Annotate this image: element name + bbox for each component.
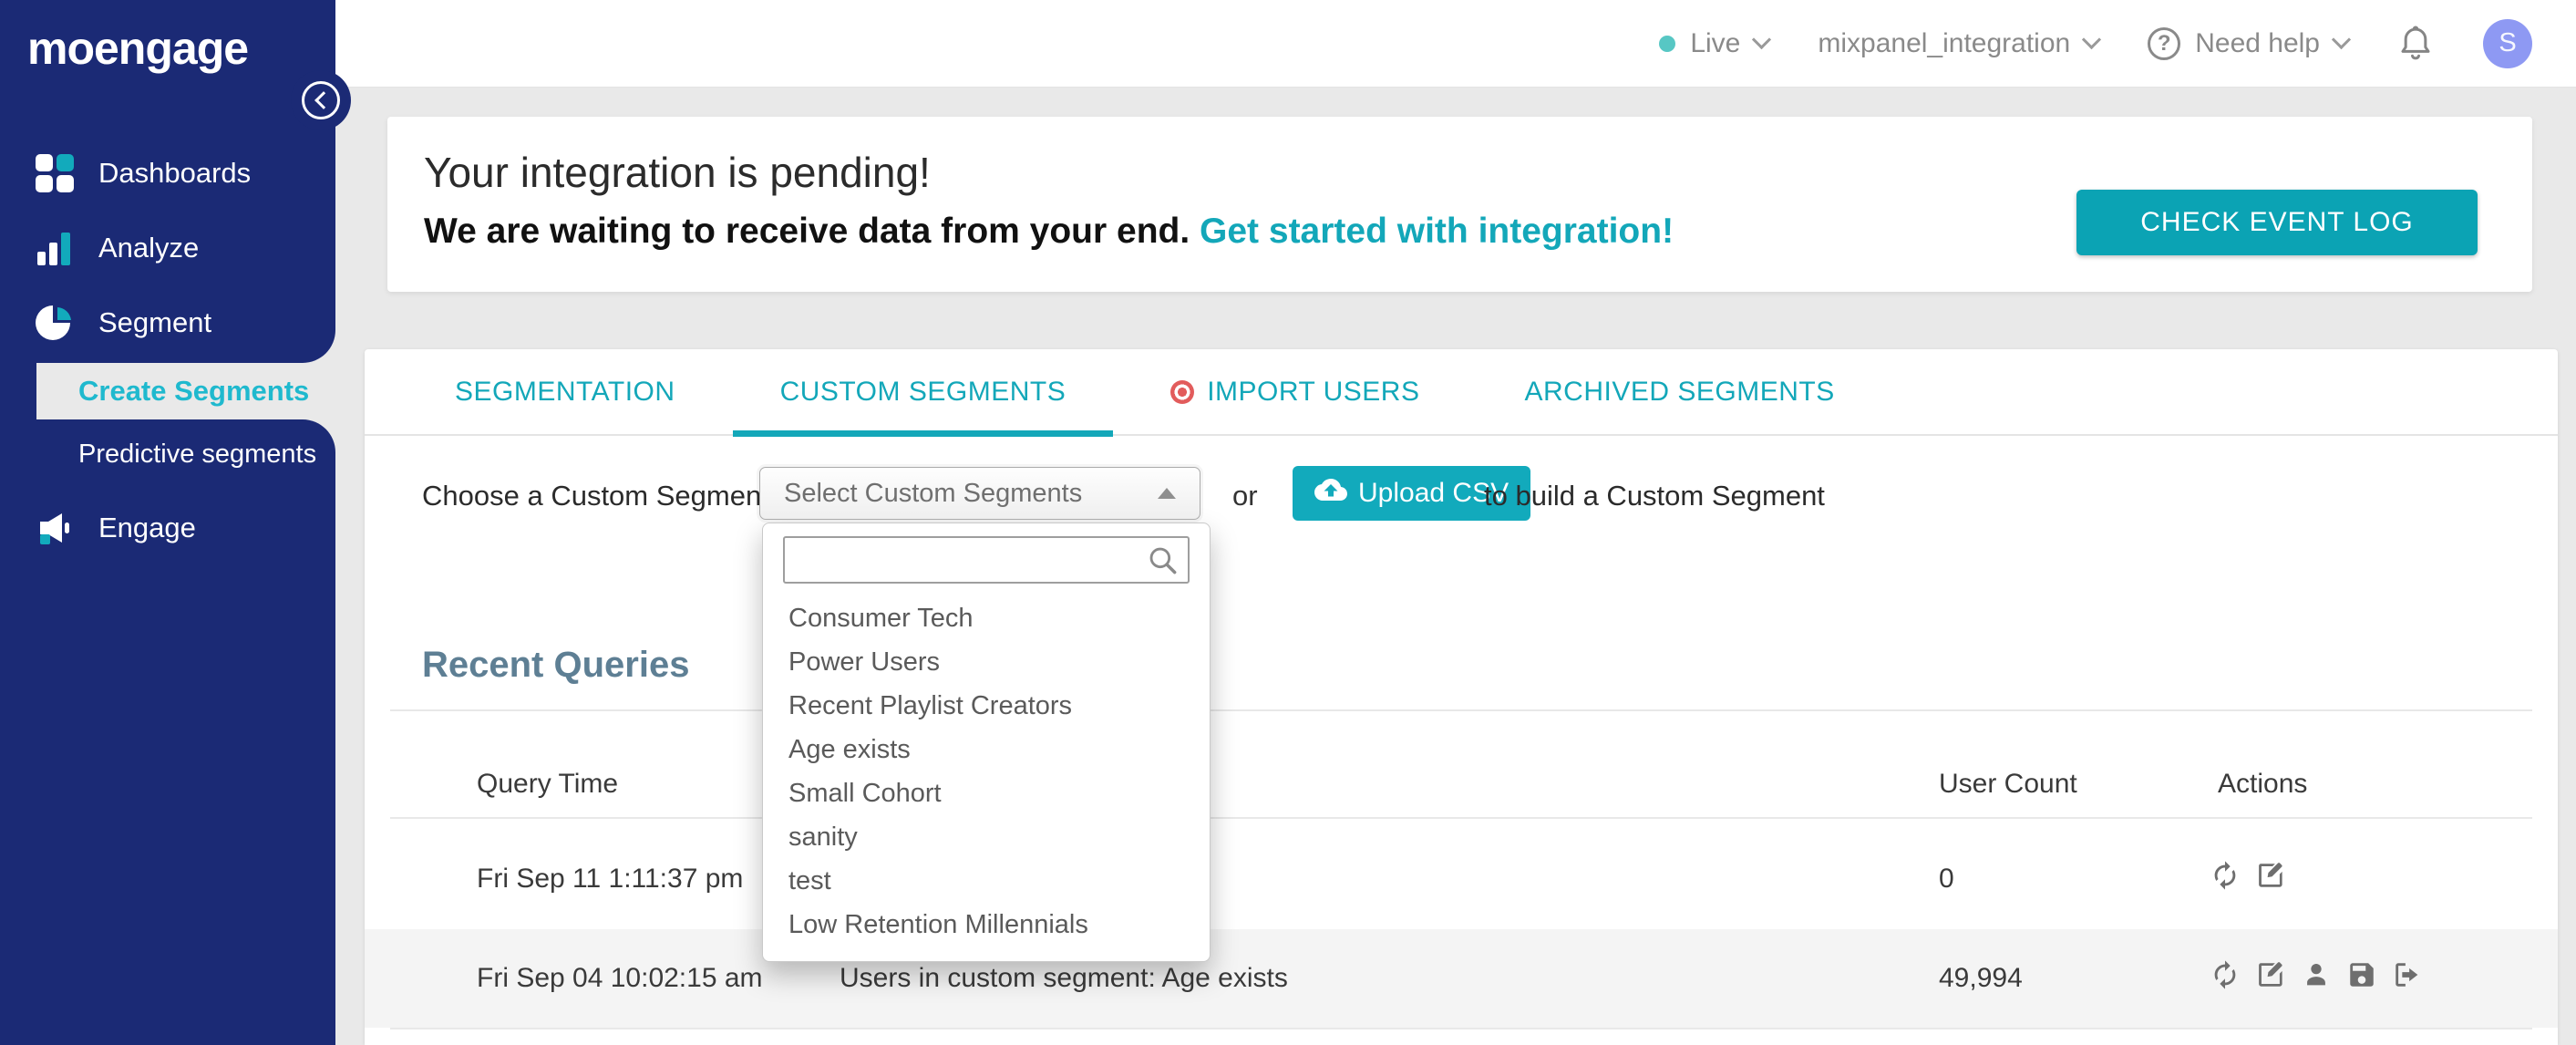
sidebar-bottom-section: Predictive segments Engage (0, 419, 335, 1045)
dropdown-options: Consumer Tech Power Users Recent Playlis… (763, 596, 1210, 947)
tab-archived-segments[interactable]: ARCHIVED SEGMENTS (1524, 348, 1834, 435)
target-dot-icon (1170, 379, 1195, 404)
sidebar-item-label: Predictive segments (78, 439, 317, 469)
cloud-upload-icon (1314, 476, 1347, 511)
tab-label: CUSTOM SEGMENTS (779, 376, 1066, 407)
pie-chart-icon (35, 303, 75, 343)
megaphone-icon (35, 508, 75, 548)
sidebar-top-section: moengage Dashboards Analyze Segment (0, 0, 335, 363)
dropdown-option[interactable]: Small Cohort (763, 771, 1210, 815)
row-actions (2210, 860, 2286, 891)
dropdown-option[interactable]: Low Retention Millennials (763, 903, 1210, 947)
column-header-query-time: Query Time (477, 769, 619, 799)
avatar[interactable]: S (2483, 18, 2532, 68)
user-count-cell: 49,994 (1939, 963, 2023, 993)
sidebar-item-dashboards[interactable]: Dashboards (0, 136, 335, 211)
dropdown-option[interactable]: sanity (763, 815, 1210, 859)
sidebar-item-label: Analyze (98, 232, 200, 264)
environment-label: Live (1690, 27, 1741, 58)
refresh-icon[interactable] (2210, 860, 2241, 891)
tabs: SEGMENTATION CUSTOM SEGMENTS IMPORT USER… (365, 348, 2558, 437)
workspace-label: mixpanel_integration (1818, 27, 2071, 58)
save-icon[interactable] (2346, 959, 2377, 990)
user-icon[interactable] (2301, 959, 2332, 990)
sidebar-collapse-button[interactable] (302, 81, 340, 119)
sidebar-item-engage[interactable]: Engage (0, 491, 335, 565)
dropdown-option[interactable]: Age exists (763, 728, 1210, 771)
check-event-log-button[interactable]: CHECK EVENT LOG (2076, 190, 2478, 255)
sidebar-item-label: Dashboards (98, 157, 252, 189)
grid-icon (35, 153, 75, 193)
help-menu[interactable]: ? Need help (2148, 26, 2352, 60)
dropdown-option[interactable]: Power Users (763, 640, 1210, 684)
table-row: Fri Sep 11 1:11:37 pm 0 (365, 819, 2558, 929)
sidebar-item-create-segments[interactable]: Create Segments (36, 363, 335, 419)
environment-switcher[interactable]: Live (1659, 27, 1772, 59)
segment-search-input[interactable] (783, 536, 1190, 584)
moengage-logo[interactable]: moengage (0, 0, 335, 102)
custom-segments-dropdown: Consumer Tech Power Users Recent Playlis… (762, 522, 1211, 962)
query-cell: Users in custom segment: Age exists (840, 963, 1288, 993)
search-icon (1146, 543, 1180, 583)
integration-banner: Your integration is pending! We are wait… (387, 117, 2532, 292)
build-segment-hint: to build a Custom Segment (1484, 480, 1825, 512)
top-header: Live mixpanel_integration ? Need help S (335, 0, 2576, 88)
edit-icon[interactable] (2255, 860, 2286, 891)
chevron-left-icon (314, 91, 333, 109)
column-header-user-count: User Count (1939, 769, 2077, 799)
divider (390, 1028, 2532, 1029)
chevron-down-icon (1752, 29, 1772, 50)
bar-chart-icon (35, 228, 75, 268)
user-count-cell: 0 (1939, 864, 1954, 894)
notifications-bell-icon[interactable] (2397, 24, 2434, 64)
question-circle-icon: ? (2148, 26, 2181, 60)
sidebar-nav: Dashboards Analyze Segment (0, 136, 335, 360)
recent-queries-title: Recent Queries (422, 645, 690, 685)
edit-icon[interactable] (2255, 959, 2286, 990)
row-actions (2210, 959, 2423, 990)
divider (390, 709, 2532, 711)
sidebar-active-row: Create Segments (0, 363, 335, 419)
or-text: or (1232, 480, 1258, 512)
tab-label: IMPORT USERS (1207, 376, 1420, 407)
get-started-link[interactable]: Get started with integration! (1200, 212, 1674, 251)
workspace-switcher[interactable]: mixpanel_integration (1818, 27, 2102, 59)
query-time-cell: Fri Sep 04 10:02:15 am (477, 963, 763, 993)
chevron-down-icon (2331, 29, 2352, 50)
custom-segments-select[interactable]: Select Custom Segments (759, 467, 1200, 520)
table-row: Fri Sep 04 10:02:15 am Users in custom s… (365, 929, 2558, 1028)
tab-label: SEGMENTATION (455, 376, 675, 407)
sidebar-item-label: Engage (98, 512, 196, 543)
chevron-down-icon (2082, 29, 2102, 50)
query-time-cell: Fri Sep 11 1:11:37 pm (477, 864, 744, 894)
sidebar-item-label: Segment (98, 306, 212, 338)
refresh-icon[interactable] (2210, 959, 2241, 990)
export-icon[interactable] (2392, 959, 2423, 990)
sidebar-item-segment[interactable]: Segment (0, 285, 335, 360)
sidebar: moengage Dashboards Analyze Segment Crea… (0, 0, 351, 1045)
dropdown-option[interactable]: test (763, 859, 1210, 903)
caret-up-icon (1158, 488, 1176, 499)
choose-segment-label: Choose a Custom Segment: (422, 480, 778, 512)
tab-custom-segments[interactable]: CUSTOM SEGMENTS (732, 348, 1113, 437)
column-header-actions: Actions (2218, 769, 2308, 799)
sidebar-item-analyze[interactable]: Analyze (0, 211, 335, 285)
segments-card: SEGMENTATION CUSTOM SEGMENTS IMPORT USER… (365, 349, 2558, 1045)
select-value: Select Custom Segments (784, 478, 1083, 508)
help-label: Need help (2195, 27, 2320, 58)
dropdown-option[interactable]: Recent Playlist Creators (763, 684, 1210, 728)
live-status-dot (1659, 35, 1676, 52)
tab-import-users[interactable]: IMPORT USERS (1170, 348, 1419, 435)
tab-segmentation[interactable]: SEGMENTATION (455, 348, 675, 435)
dropdown-search (783, 536, 1190, 584)
tab-label: ARCHIVED SEGMENTS (1524, 376, 1835, 407)
banner-subtitle: We are waiting to receive data from your… (424, 212, 1190, 251)
moengage-app: Live mixpanel_integration ? Need help S … (0, 0, 2576, 1045)
sidebar-item-predictive-segments[interactable]: Predictive segments (0, 425, 335, 483)
sidebar-item-label: Create Segments (78, 375, 310, 407)
dropdown-option[interactable]: Consumer Tech (763, 596, 1210, 640)
